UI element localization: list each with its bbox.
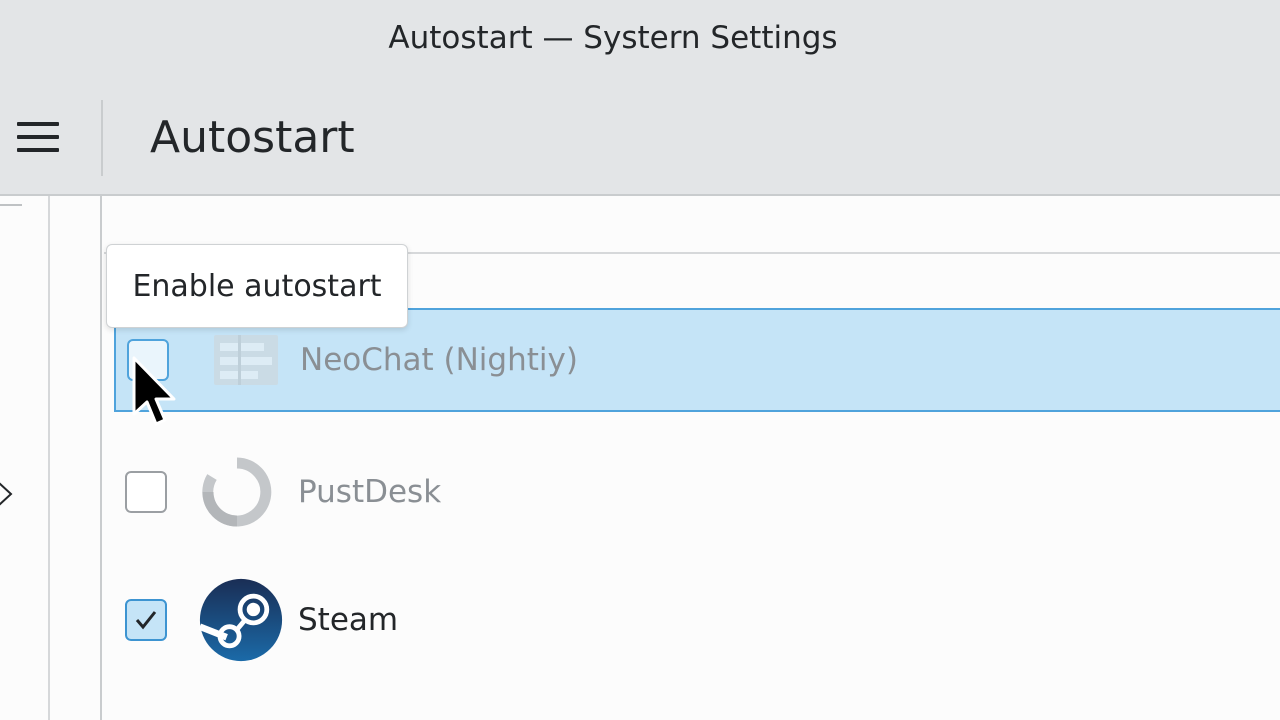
mouse-cursor-icon	[132, 356, 176, 426]
rustdesk-icon	[202, 457, 272, 527]
list-item-pustdesk[interactable]: PustDesk	[104, 440, 1280, 544]
checkmark-icon	[135, 611, 157, 630]
neochat-icon	[214, 335, 278, 385]
title-bar[interactable]: Autostart — Systern Settings	[0, 0, 1280, 82]
header-toolbar: Autostart	[0, 82, 1280, 196]
list-item-steam[interactable]: Steam	[104, 568, 1280, 672]
chevron-right-icon[interactable]	[0, 479, 20, 509]
app-name-neochat: NeoChat (Nightiy)	[300, 342, 578, 378]
enable-checkbox-steam[interactable]	[125, 599, 167, 641]
sidebar-divider	[0, 204, 22, 206]
sidebar-gutter	[50, 196, 102, 720]
settings-window: Autostart — Systern Settings Autostart N…	[0, 0, 1280, 720]
app-name-steam: Steam	[298, 602, 399, 638]
steam-icon	[198, 578, 283, 662]
app-name-pustdesk: PustDesk	[298, 474, 442, 510]
hamburger-menu-icon[interactable]	[14, 120, 62, 156]
sidebar	[0, 196, 50, 720]
page-title: Autostart	[150, 112, 355, 163]
tooltip: Enable autostart	[106, 244, 408, 328]
header-divider	[101, 100, 103, 176]
window-title: Autostart — Systern Settings	[388, 20, 838, 56]
enable-checkbox-pustdesk[interactable]	[125, 471, 167, 513]
